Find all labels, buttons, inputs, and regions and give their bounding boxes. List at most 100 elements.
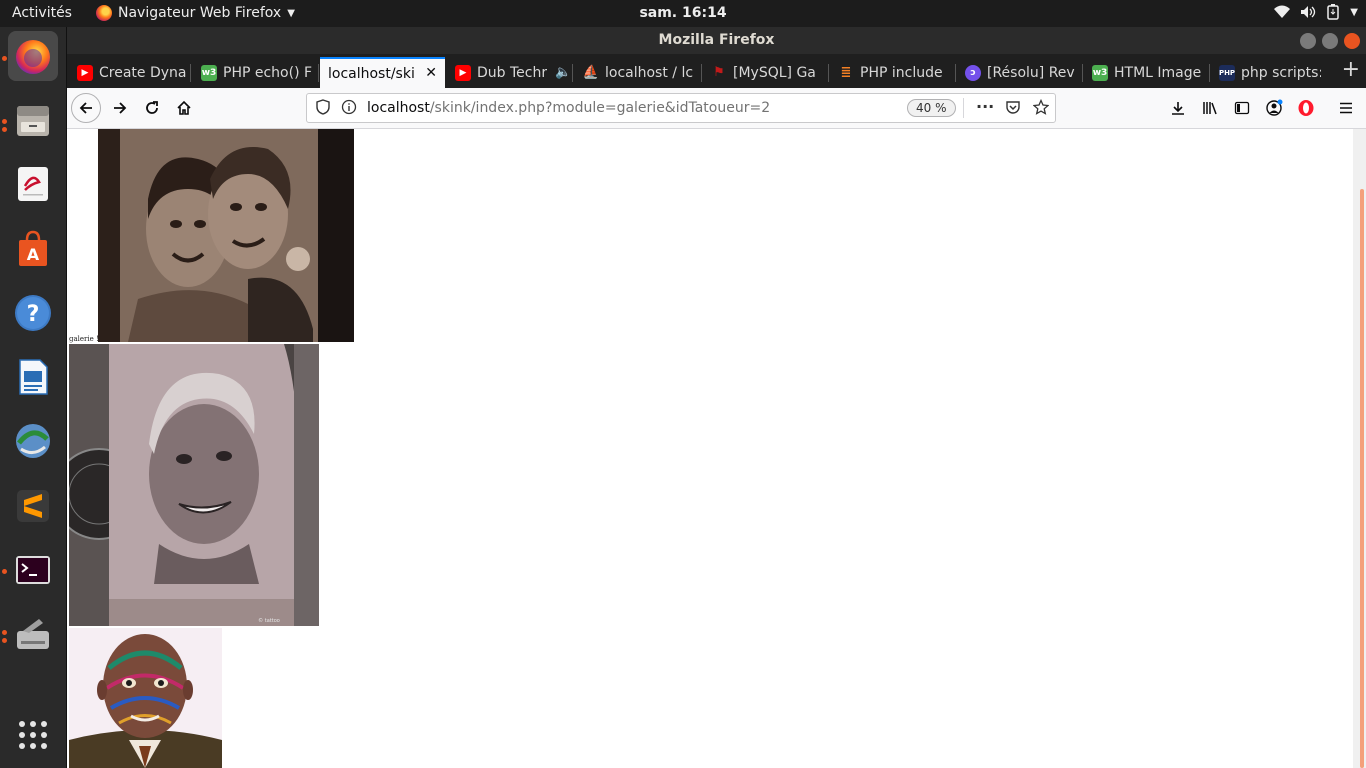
new-tab-button[interactable]: +: [1342, 57, 1360, 82]
bookmark-star-icon[interactable]: [1032, 98, 1050, 119]
tattoo-portrait-image: [98, 129, 354, 342]
tab-dub-techno[interactable]: ▶ Dub Techr 🔈: [447, 57, 573, 88]
tab-php-scripts[interactable]: PHP php scripts:: [1211, 57, 1321, 88]
dock-files[interactable]: [8, 95, 58, 145]
reload-button[interactable]: [137, 93, 167, 123]
tab-resolu[interactable]: ↄ [Résolu] Rev: [957, 57, 1083, 88]
system-tray[interactable]: ▼: [1274, 4, 1358, 20]
dock: A ?: [0, 27, 67, 768]
scanner-icon: [17, 619, 49, 649]
running-indicator: [2, 569, 7, 574]
image-alt-caption: galerie !: [69, 335, 99, 343]
opera-icon: [1298, 100, 1314, 116]
dock-scanner[interactable]: [8, 610, 58, 660]
tab-mysql[interactable]: ⚑ [MySQL] Ga: [703, 57, 829, 88]
pocket-icon[interactable]: [1005, 99, 1021, 119]
library-button[interactable]: [1195, 93, 1225, 123]
back-button[interactable]: [71, 93, 101, 123]
tab-label: [MySQL] Ga: [733, 64, 816, 81]
tab-create-dyna[interactable]: ▶ Create Dyna: [69, 57, 191, 88]
openclassrooms-icon: ↄ: [965, 64, 981, 81]
gallery-image-woman-tattoo[interactable]: © tattoo: [69, 344, 319, 626]
library-icon: [1203, 102, 1217, 115]
forward-button[interactable]: [105, 93, 135, 123]
tracking-shield-icon[interactable]: [316, 99, 330, 119]
more-actions-icon[interactable]: ···: [976, 97, 994, 116]
downloads-button[interactable]: [1163, 93, 1193, 123]
file-cabinet-icon: [17, 106, 49, 136]
tab-label: localhost / lc: [605, 64, 694, 81]
svg-text:?: ?: [27, 302, 40, 327]
speaker-icon[interactable]: 🔈: [555, 65, 571, 80]
url-text[interactable]: localhost/skink/index.php?module=galerie…: [367, 100, 770, 116]
dock-sublime-text[interactable]: [8, 481, 58, 531]
dock-ubuntu-software[interactable]: A: [8, 223, 58, 273]
hamburger-menu-icon: [1340, 102, 1352, 114]
help-icon: ?: [15, 295, 51, 331]
url-separator: [963, 98, 964, 118]
firefox-icon: [16, 40, 50, 74]
stackoverflow-icon: ≣: [840, 65, 852, 80]
app-menu-label: Navigateur Web Firefox: [118, 5, 282, 21]
scrollbar-thumb[interactable]: [1360, 189, 1364, 768]
close-tab-icon[interactable]: ✕: [425, 65, 437, 81]
php-icon: PHP: [1219, 64, 1235, 81]
dock-show-applications[interactable]: [8, 710, 58, 760]
tab-php-echo[interactable]: w3 PHP echo() F: [193, 57, 319, 88]
info-icon[interactable]: [341, 99, 357, 119]
tab-label: Create Dyna: [99, 64, 187, 81]
running-indicator: [2, 638, 7, 643]
tab-separator: [1082, 64, 1083, 82]
tab-localhost-skink[interactable]: localhost/ski ✕: [320, 57, 445, 88]
tab-separator: [318, 64, 319, 82]
tattoo-portrait-image: © tattoo: [69, 344, 319, 626]
tab-label: localhost/ski: [328, 65, 415, 82]
activities-button[interactable]: Activités: [12, 5, 72, 21]
chevron-down-icon: ▼: [287, 7, 295, 19]
tab-php-include[interactable]: ≣ PHP include: [830, 57, 956, 88]
clock[interactable]: sam. 16:14: [639, 5, 726, 21]
terminal-icon: [16, 556, 50, 584]
tab-separator: [701, 64, 702, 82]
tab-html-image[interactable]: w3 HTML Image: [1084, 57, 1210, 88]
dock-document-viewer[interactable]: [8, 159, 58, 209]
gallery-image-face-tattoo[interactable]: [69, 628, 222, 768]
maximize-button[interactable]: [1322, 33, 1338, 49]
page-content: galerie ! © tattoo: [67, 129, 1366, 768]
minimize-button[interactable]: [1300, 33, 1316, 49]
dock-writer[interactable]: [8, 352, 58, 402]
dock-terminal[interactable]: [8, 545, 58, 595]
opera-extension-button[interactable]: [1291, 93, 1321, 123]
dock-network[interactable]: [8, 416, 58, 466]
zoom-indicator[interactable]: 40 %: [907, 99, 956, 117]
app-menu[interactable]: Navigateur Web Firefox ▼: [96, 5, 295, 21]
sidebar-button[interactable]: [1227, 93, 1257, 123]
svg-text:A: A: [27, 245, 40, 264]
gallery-image-couple-tattoo[interactable]: [98, 129, 354, 342]
home-icon: [177, 100, 191, 115]
tab-separator: [190, 64, 191, 82]
tab-separator: [828, 64, 829, 82]
account-button[interactable]: [1259, 93, 1289, 123]
dock-firefox[interactable]: [8, 31, 58, 81]
youtube-icon: ▶: [455, 64, 471, 81]
wifi-icon: [1274, 5, 1291, 18]
arrow-left-icon: [79, 102, 92, 114]
system-top-bar: Activités Navigateur Web Firefox ▼ sam. …: [0, 0, 1366, 27]
close-window-button[interactable]: [1344, 33, 1360, 49]
w3-icon: w3: [201, 64, 217, 81]
account-icon: [1266, 99, 1283, 116]
arrow-right-icon: [114, 102, 127, 114]
battery-icon: [1327, 4, 1340, 20]
tattoo-portrait-image: [69, 628, 222, 768]
apps-grid-icon: [19, 721, 47, 749]
tab-separator: [572, 64, 573, 82]
tab-phpmyadmin[interactable]: ⛵ localhost / lc: [575, 57, 702, 88]
page-scrollbar[interactable]: [1353, 129, 1366, 768]
shopping-bag-icon: A: [19, 230, 47, 266]
url-bar[interactable]: localhost/skink/index.php?module=galerie…: [306, 93, 1056, 123]
window-title: Mozilla Firefox: [658, 32, 775, 48]
menu-button[interactable]: [1331, 93, 1361, 123]
home-button[interactable]: [169, 93, 199, 123]
dock-help[interactable]: ?: [8, 288, 58, 338]
